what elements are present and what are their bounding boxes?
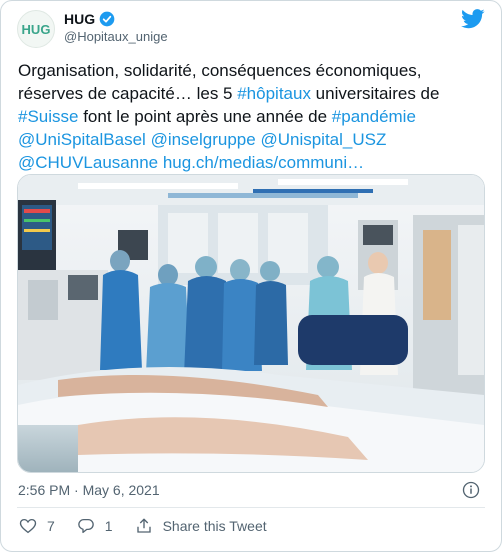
reply-count: 1 [104,518,113,534]
hug-logo-icon: HUG [22,22,51,37]
share-label: Share this Tweet [162,518,267,534]
author-handle[interactable]: @Hopitaux_unige [64,29,168,44]
hashtag-pandemie[interactable]: #pandémie [332,107,416,126]
divider [17,507,485,508]
tweet-link[interactable]: hug.ch/medias/communi… [163,153,364,172]
share-button[interactable]: Share this Tweet [135,517,267,535]
tweet-photo[interactable] [17,174,485,473]
mention-unispital-usz[interactable]: @Unispital_USZ [260,130,386,149]
verified-badge-icon [99,11,115,27]
author-avatar[interactable]: HUG [17,10,55,48]
like-count: 7 [47,518,55,534]
tweet-text-line2: réserves de capacité… les 5 [18,84,238,103]
heart-icon [19,518,37,534]
hashtag-hopitaux[interactable]: #hôpitaux [237,84,311,103]
mention-chuvlausanne[interactable]: @CHUVLausanne [18,153,158,172]
svg-text:HUG: HUG [22,22,51,37]
reply-button[interactable]: 1 [77,517,113,535]
info-icon[interactable] [462,481,480,499]
hospital-icu-photo [18,175,484,472]
hashtag-suisse[interactable]: #Suisse [18,107,78,126]
author-name-row: HUG [64,11,115,27]
tweet-text: Organisation, solidarité, conséquences é… [18,59,458,174]
mention-inselgruppe[interactable]: @inselgruppe [151,130,256,149]
tweet-actions: 7 1 Share this Tweet [19,517,289,535]
tweet-text-line1: Organisation, solidarité, conséquences é… [18,61,422,80]
like-button[interactable]: 7 [19,517,55,535]
author-name[interactable]: HUG [64,11,95,27]
twitter-bird-icon[interactable] [461,9,485,29]
tweet-text-line3: font le point après une année de [78,107,332,126]
mention-unispitalbasel[interactable]: @UniSpitalBasel [18,130,146,149]
tweet-timestamp[interactable]: 2:56 PM · May 6, 2021 [18,482,160,498]
share-icon [136,518,151,533]
reply-icon [77,518,94,534]
tweet-text-line2-rest: universitaires de [310,84,440,103]
tweet-card: HUG HUG @Hopitaux_unige Organisation, so… [0,0,502,552]
